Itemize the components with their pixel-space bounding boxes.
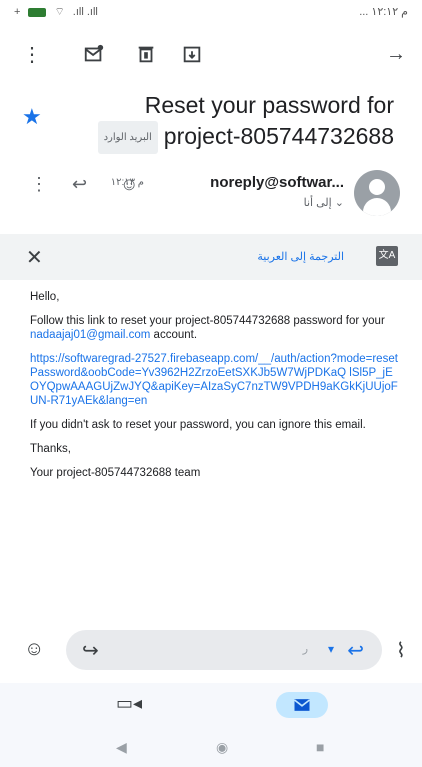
reply-all-hint: ر bbox=[302, 643, 308, 655]
person-icon[interactable] bbox=[354, 170, 400, 216]
close-icon[interactable]: ✕ bbox=[26, 245, 43, 270]
back-icon[interactable]: ◀ bbox=[116, 739, 127, 756]
recents-icon[interactable]: ■ bbox=[316, 739, 324, 755]
greeting: Hello, bbox=[30, 291, 60, 303]
email-subject: Reset your password for البريد الوارد pro… bbox=[54, 90, 394, 155]
battery-icon bbox=[28, 7, 47, 17]
subject-line-2: project-805744732688 bbox=[163, 123, 394, 149]
bottom-nav: ▭◂ bbox=[0, 683, 422, 727]
reset-link[interactable]: https://softwaregrad-27527.firebaseapp.c… bbox=[30, 352, 400, 408]
delete-icon[interactable] bbox=[132, 40, 160, 68]
status-left-text: + bbox=[14, 6, 21, 18]
email-toolbar: ⋮ → bbox=[0, 34, 422, 74]
email-link[interactable]: nadaajaj01@gmail.com bbox=[30, 329, 150, 341]
status-right-text: ... م ۱۲:۱۲ bbox=[359, 6, 408, 18]
system-nav: ◀ ◉ ■ bbox=[0, 727, 422, 767]
more-vert-icon[interactable]: ⋮ bbox=[18, 40, 46, 68]
reply-bar: ☺ ↪ ر ▾ ↩ ⌇ bbox=[0, 620, 422, 680]
attachment-icon[interactable]: ⌇ bbox=[396, 638, 406, 663]
translate-link[interactable]: الترجمة إلى العربية bbox=[257, 250, 344, 263]
star-icon[interactable]: ★ bbox=[22, 104, 42, 130]
wifi-icon: ⌔ bbox=[54, 6, 65, 18]
translate-bar: ✕ الترجمة إلى العربية 文A bbox=[0, 234, 422, 280]
archive-icon[interactable] bbox=[178, 40, 206, 68]
inbox-label-badge[interactable]: البريد الوارد bbox=[97, 121, 158, 155]
thanks-text: Thanks, bbox=[30, 443, 71, 455]
email-body: Hello, Follow this link to reset your pr… bbox=[30, 290, 400, 490]
body-paragraph-2: If you didn't ask to reset your password… bbox=[30, 419, 366, 431]
quick-reply-pill[interactable]: ↪ ر ▾ ↩ bbox=[66, 630, 382, 670]
reply-arrow-icon[interactable]: ↩ bbox=[347, 638, 364, 663]
sender-row: ⋮ ↩ ☺ م ١٢:١٣ noreply@softwar... إلى أنا… bbox=[0, 164, 422, 224]
reply-icon[interactable]: ↩ bbox=[72, 174, 87, 195]
body-paragraph-1: Follow this link to reset your project-8… bbox=[30, 315, 385, 341]
reply-dropdown-icon[interactable]: ▾ bbox=[328, 642, 334, 656]
signal-icon: .ıll .ıll bbox=[72, 6, 98, 18]
mark-unread-icon[interactable] bbox=[80, 40, 108, 68]
translate-icon[interactable]: 文A bbox=[376, 246, 398, 266]
subject-line-1: Reset your password for bbox=[144, 92, 394, 118]
signature: Your project-805744732688 team bbox=[30, 467, 201, 479]
recipient-details[interactable]: إلى أنا ⌄ bbox=[304, 196, 344, 209]
emoji-icon[interactable]: ☺ bbox=[24, 638, 44, 661]
forward-icon[interactable]: ↪ bbox=[82, 638, 99, 663]
sender-more-icon[interactable]: ⋮ bbox=[30, 174, 48, 195]
sender-name[interactable]: noreply@softwar... bbox=[210, 174, 344, 191]
status-bar: + ⌔ .ıll .ıll ... م ۱۲:۱۲ bbox=[0, 0, 422, 24]
sender-time: م ١٢:١٣ bbox=[110, 177, 144, 188]
meet-video-icon[interactable]: ▭◂ bbox=[116, 693, 142, 714]
forward-arrow-icon[interactable]: → bbox=[382, 40, 410, 68]
home-icon[interactable]: ◉ bbox=[216, 739, 228, 756]
mail-tab[interactable] bbox=[276, 692, 328, 718]
mail-icon bbox=[293, 699, 311, 711]
